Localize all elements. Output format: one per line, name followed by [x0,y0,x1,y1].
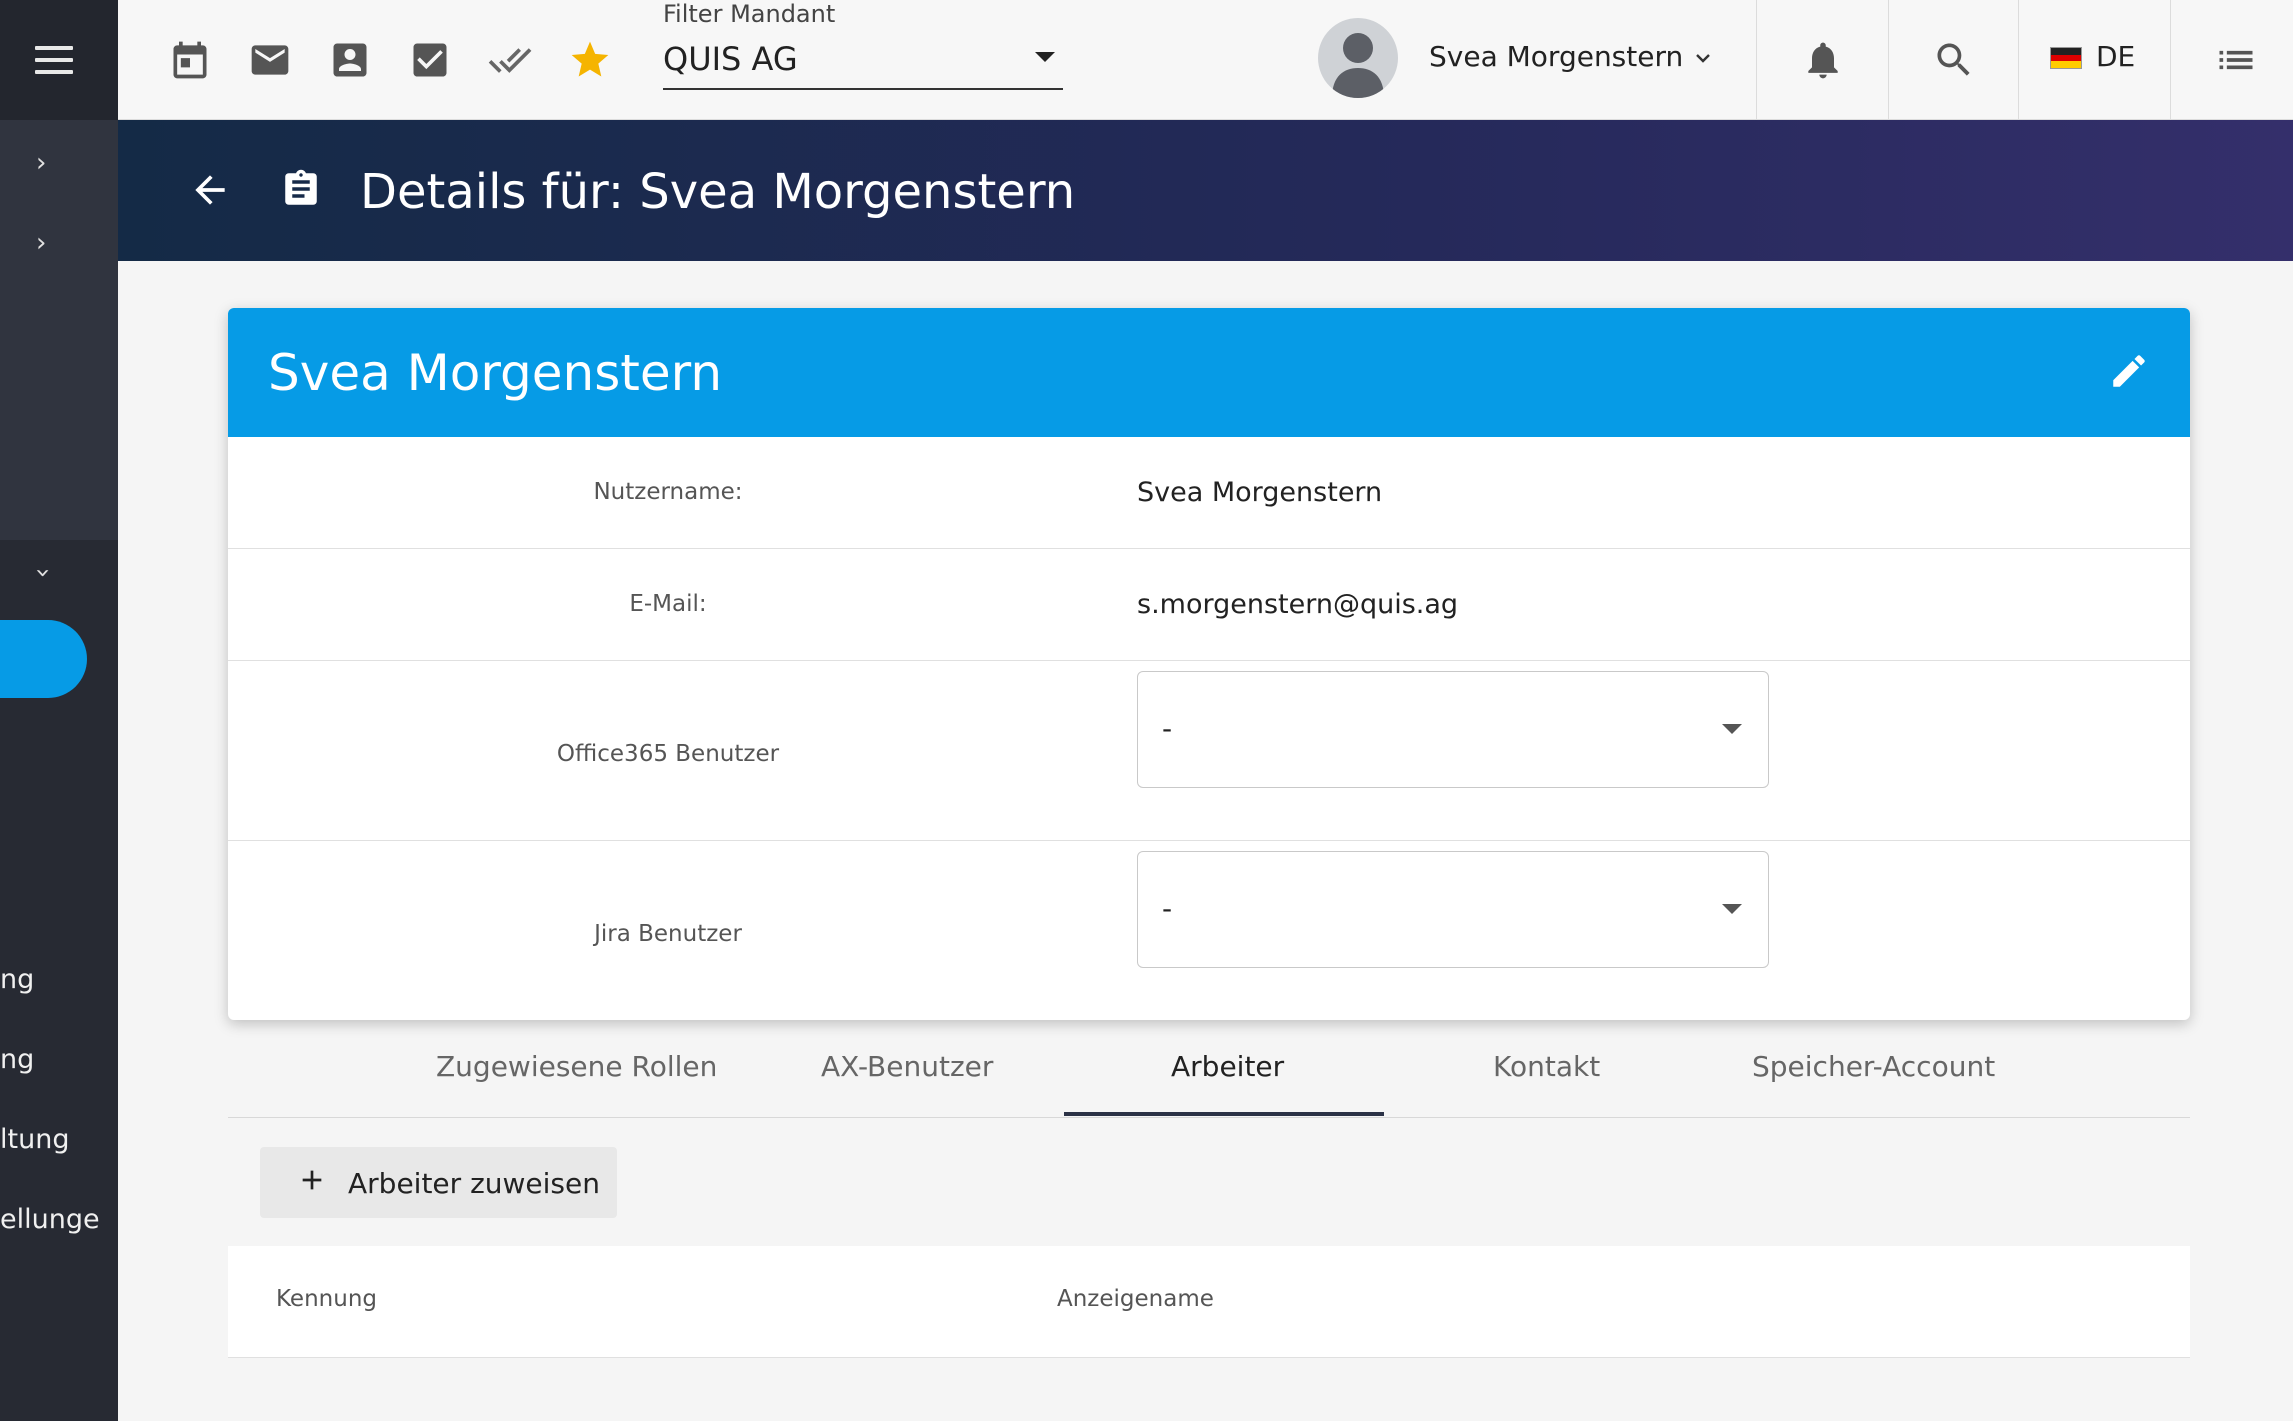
plus-icon [302,1170,322,1190]
sidebar-item-label[interactable]: ng [0,964,34,995]
field-label: Nutzername: [593,479,743,505]
field-label: Office365 Benutzer [556,741,780,767]
divider [1888,0,1889,120]
field-row: E-Mail: s.morgenstern@quis.ag [228,549,2190,661]
clipboard-icon [285,169,317,205]
caret-down-icon [1722,724,1742,734]
flag-de-icon [2050,47,2082,69]
edit-icon[interactable] [2108,350,2150,392]
calendar-icon[interactable] [168,38,212,82]
tab-kontakt[interactable]: Kontakt [1493,1050,1600,1083]
caret-down-icon [1722,904,1742,914]
active-tab-indicator [1064,1112,1384,1116]
office365-user-select[interactable]: - [1137,671,1769,788]
sidebar-item-label[interactable]: ellunge [0,1204,100,1235]
sidebar: › › › ng ng ltung ellunge [0,0,118,1421]
chevron-right-icon[interactable]: › [36,150,46,176]
page-header: Details für: Svea Morgenstern [118,120,2293,261]
chevron-down-icon[interactable] [1691,46,1715,70]
tab-zugewiesene-rollen[interactable]: Zugewiesene Rollen [436,1050,717,1083]
contact-icon[interactable] [328,38,372,82]
field-row: Jira Benutzer - [228,841,2190,1020]
assign-worker-label: Arbeiter zuweisen [348,1167,600,1200]
filter-mandant-select[interactable]: QUIS AG [663,34,1063,90]
sidebar-header [0,0,118,120]
select-value: - [1162,712,1173,745]
user-details-card: Svea Morgenstern Nutzername: Svea Morgen… [228,308,2190,1020]
select-value: - [1162,892,1173,925]
topbar: Filter Mandant QUIS AG Svea Morgenstern … [118,0,2293,120]
card-header: Svea Morgenstern [228,308,2190,437]
user-name[interactable]: Svea Morgenstern [1429,40,1683,73]
done-all-icon[interactable] [488,38,532,82]
language-switcher[interactable]: DE [2050,40,2135,73]
field-value: Svea Morgenstern [1137,477,1383,508]
sidebar-item-label[interactable]: ltung [0,1124,69,1155]
bell-icon[interactable] [1801,38,1845,82]
filter-mandant-label: Filter Mandant [663,0,836,28]
caret-down-icon [1035,52,1055,62]
field-row: Nutzername: Svea Morgenstern [228,437,2190,549]
tab-bar: Zugewiesene Rollen AX-Benutzer Arbeiter … [228,1020,2190,1118]
chevron-right-icon[interactable]: › [36,230,46,256]
filter-mandant-value: QUIS AG [663,40,798,78]
divider [2170,0,2171,120]
back-arrow-icon[interactable] [188,168,232,212]
list-icon[interactable] [2214,38,2258,82]
menu-icon[interactable] [35,46,73,74]
mail-icon[interactable] [248,38,292,82]
divider [1756,0,1757,120]
sidebar-item-label[interactable]: ng [0,1044,34,1075]
language-label: DE [2096,40,2136,73]
assign-worker-button[interactable]: Arbeiter zuweisen [260,1147,617,1218]
checkbox-icon[interactable] [408,38,452,82]
column-header-kennung[interactable]: Kennung [276,1286,377,1312]
sidebar-item-active[interactable] [0,620,87,698]
page-title: Details für: Svea Morgenstern [360,164,1076,220]
tab-ax-benutzer[interactable]: AX-Benutzer [821,1050,993,1083]
divider [2018,0,2019,120]
card-title: Svea Morgenstern [268,344,723,402]
sidebar-section: › › [0,120,118,540]
table-header: Kennung Anzeigename [228,1246,2190,1358]
search-icon[interactable] [1932,38,1976,82]
avatar[interactable] [1318,18,1398,98]
field-value: s.morgenstern@quis.ag [1137,589,1459,620]
field-row: Office365 Benutzer - [228,661,2190,841]
field-label: E-Mail: [629,591,707,617]
star-icon[interactable] [568,38,612,82]
column-header-anzeigename[interactable]: Anzeigename [1057,1286,1214,1312]
jira-user-select[interactable]: - [1137,851,1769,968]
field-label: Jira Benutzer [594,921,742,947]
tab-speicher-account[interactable]: Speicher-Account [1752,1050,1995,1083]
tab-arbeiter[interactable]: Arbeiter [1171,1050,1284,1083]
chevron-down-icon[interactable]: › [28,568,58,578]
